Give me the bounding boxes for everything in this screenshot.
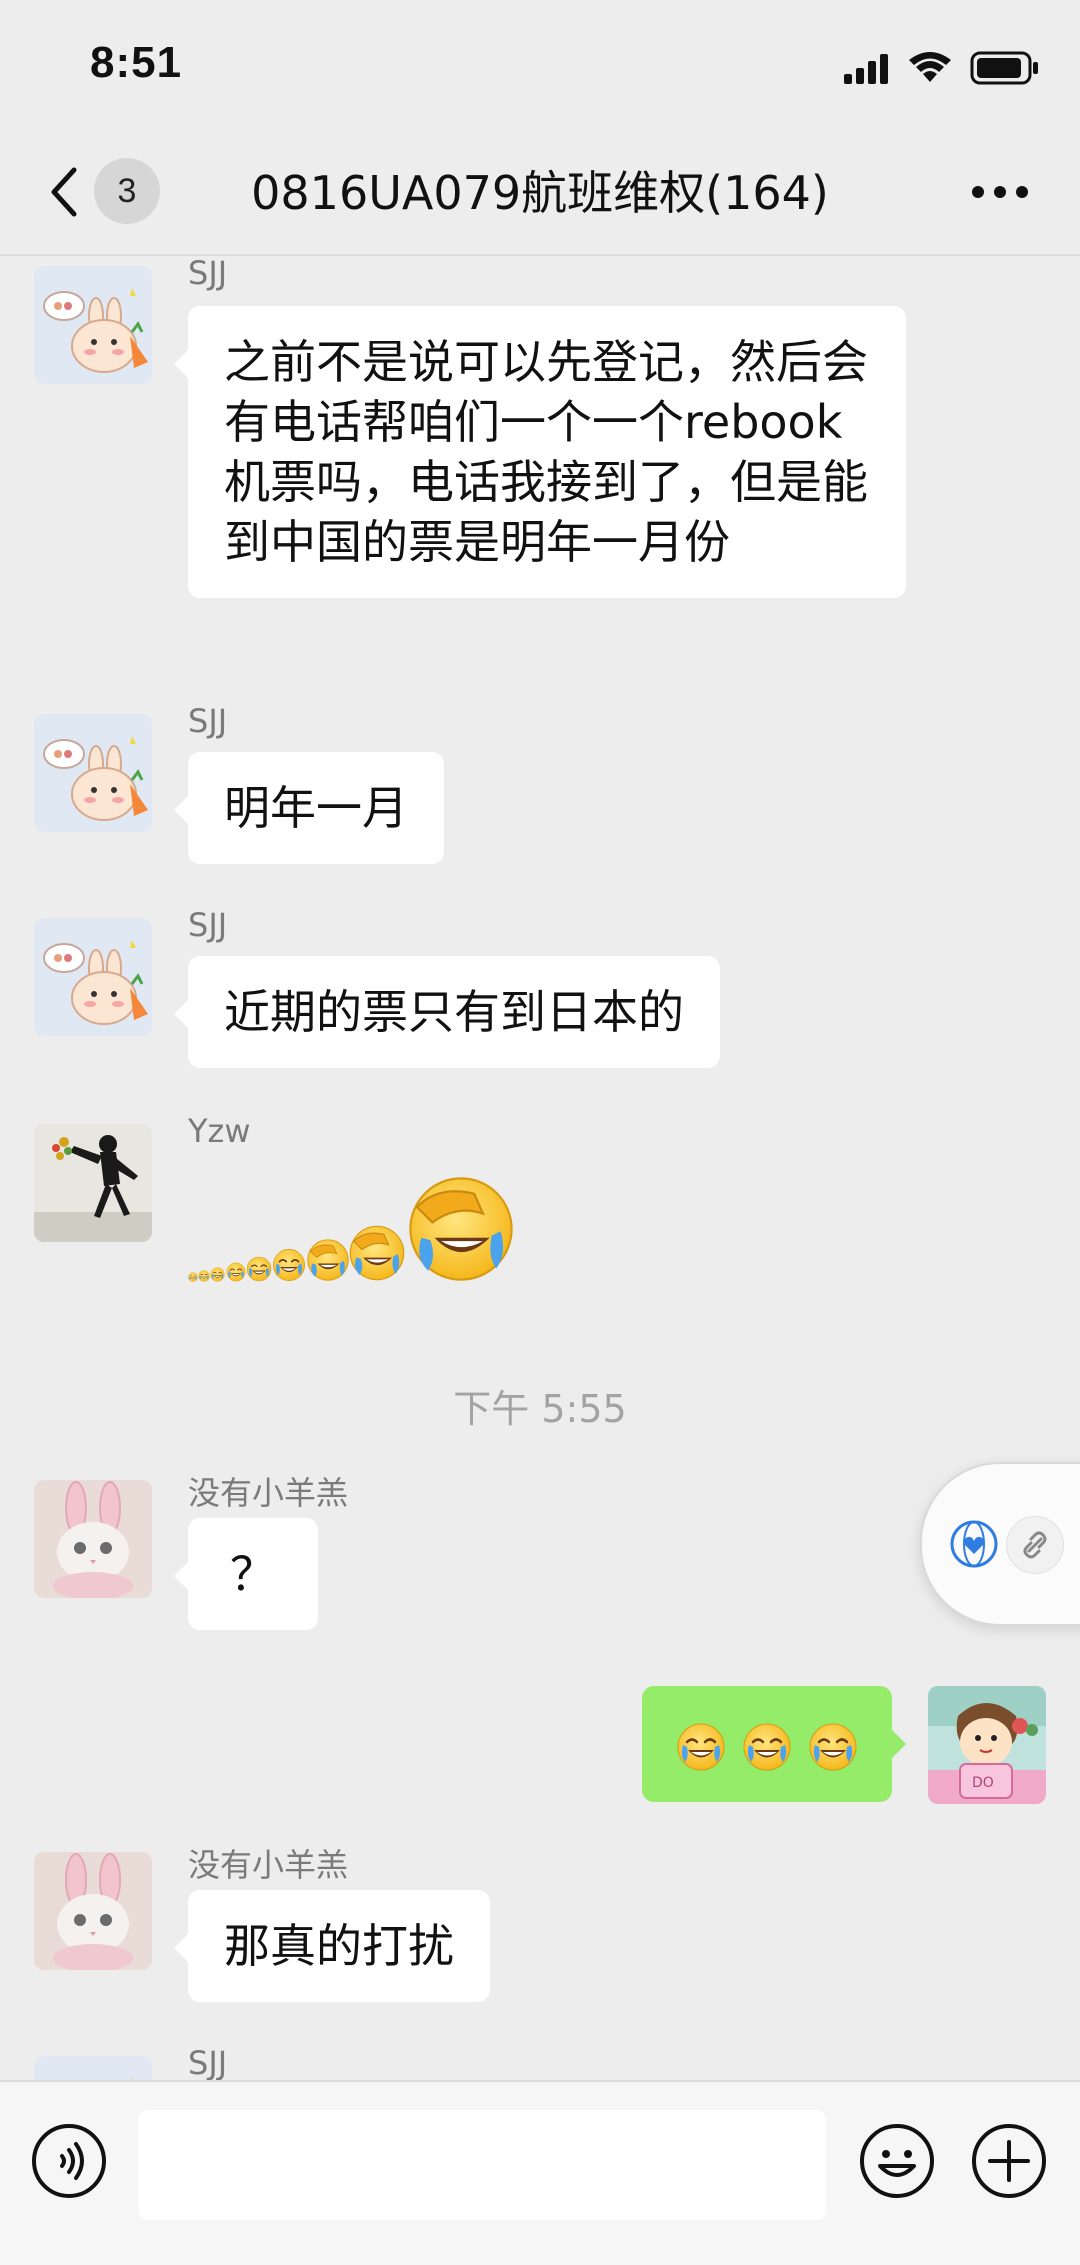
more-button[interactable] xyxy=(970,164,1030,220)
message-bubble[interactable]: 那真的打扰 xyxy=(174,1890,490,2002)
sender-name: 没有小羊羔 xyxy=(188,1846,349,1884)
unread-count-badge[interactable]: 3 xyxy=(94,158,160,224)
plus-button[interactable] xyxy=(970,2122,1048,2200)
avatar-sjj[interactable] xyxy=(34,266,152,384)
avatar-sjj[interactable] xyxy=(34,918,152,1036)
sticker-message[interactable] xyxy=(188,1168,628,1298)
sender-name: 没有小羊羔 xyxy=(188,1474,349,1512)
floating-window-pill[interactable] xyxy=(920,1462,1080,1626)
avatar-sjj[interactable] xyxy=(34,714,152,832)
input-bar xyxy=(0,2080,1080,2265)
chat-title: 0816UA079航班维权(164) xyxy=(251,166,829,220)
sender-name: SJJ xyxy=(188,256,228,292)
sender-name: Yzw xyxy=(188,1112,251,1150)
plus-icon xyxy=(972,2124,1046,2198)
status-bar: 8:51 xyxy=(0,0,1080,130)
avatar-self[interactable] xyxy=(928,1686,1046,1804)
avatar-meiyouxiaoyanggao[interactable] xyxy=(34,1852,152,1970)
status-time: 8:51 xyxy=(90,38,183,87)
message-bubble[interactable]: 之前不是说可以先登记，然后会有电话帮咱们一个一个rebook机票吗，电话我接到了… xyxy=(174,306,906,598)
back-button[interactable] xyxy=(40,160,90,224)
link-icon xyxy=(1023,1531,1047,1559)
avatar-yzw[interactable] xyxy=(34,1124,152,1242)
heart-globe-icon xyxy=(950,1520,998,1568)
sender-name: SJJ xyxy=(188,2044,228,2080)
emoji-button[interactable] xyxy=(858,2122,936,2200)
message-bubble[interactable]: 近期的票只有到日本的 xyxy=(174,956,720,1068)
message-bubble[interactable]: ？ xyxy=(174,1518,318,1630)
sender-name: SJJ xyxy=(188,702,228,740)
facepalm-crying-sticker xyxy=(188,1177,513,1282)
self-message-bubble[interactable] xyxy=(642,1686,906,1802)
sender-name: SJJ xyxy=(188,906,228,944)
avatar-sjj[interactable] xyxy=(34,2056,152,2080)
voice-button[interactable] xyxy=(30,2122,108,2200)
chat-header: 3 0816UA079航班维权(164) xyxy=(0,130,1080,256)
status-icons xyxy=(842,48,1040,88)
crying-emoji-row xyxy=(676,1722,858,1772)
avatar-meiyouxiaoyanggao[interactable] xyxy=(34,1480,152,1598)
battery-icon xyxy=(970,51,1038,85)
message-bubble[interactable]: 明年一月 xyxy=(174,752,444,864)
wifi-icon xyxy=(909,52,951,82)
message-list[interactable]: SJJ 之前不是说可以先登记，然后会有电话帮咱们一个一个rebook机票吗，电话… xyxy=(0,256,1080,2080)
emoji-icon xyxy=(860,2124,934,2198)
message-input[interactable] xyxy=(138,2110,826,2220)
link-button[interactable] xyxy=(1006,1516,1064,1574)
signal-icon xyxy=(844,54,888,84)
voice-icon xyxy=(32,2124,106,2198)
chevron-left-icon xyxy=(51,167,77,217)
time-divider: 下午 5:55 xyxy=(453,1387,627,1431)
ellipsis-icon xyxy=(972,186,1028,198)
